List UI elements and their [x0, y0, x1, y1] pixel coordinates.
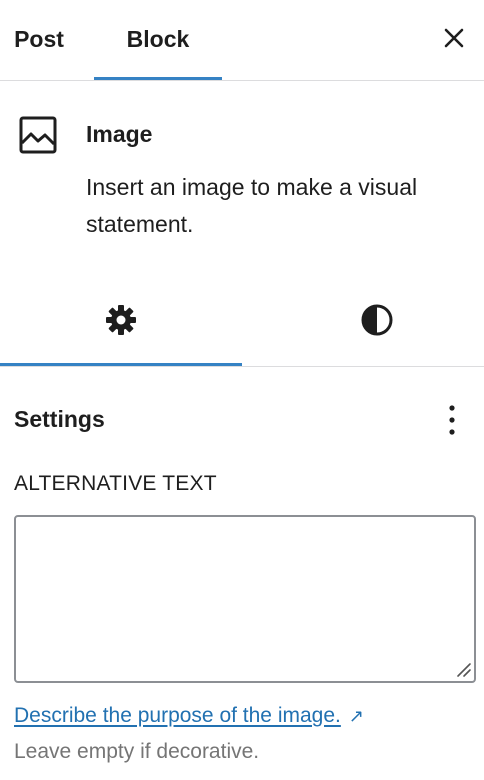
alt-text-label: ALTERNATIVE TEXT — [14, 472, 217, 495]
contrast-icon — [361, 304, 393, 336]
settings-title: Settings — [14, 406, 105, 432]
tab-block-label: Block — [126, 25, 190, 52]
alt-text-input[interactable] — [14, 515, 476, 683]
alt-text-help-row: Describe the purpose of the image. ↗ — [14, 704, 364, 728]
block-card: Image Insert an image to make a visual s… — [0, 81, 484, 265]
close-button[interactable] — [434, 18, 474, 58]
block-title: Image — [86, 121, 153, 147]
resize-handle-icon[interactable] — [452, 658, 472, 678]
close-icon — [444, 28, 464, 48]
block-description: Insert an image to make a visual stateme… — [86, 174, 418, 237]
describe-purpose-link[interactable]: Describe the purpose of the image. — [14, 704, 341, 728]
options-button[interactable] — [434, 398, 470, 442]
tab-styles[interactable] — [256, 276, 484, 364]
tab-block[interactable]: Block — [94, 0, 222, 80]
gear-icon — [106, 305, 136, 335]
tab-settings[interactable] — [0, 276, 242, 366]
tab-post[interactable]: Post — [0, 0, 78, 78]
sidebar-tabs: Post Block — [0, 0, 484, 81]
block-inspector-tabs — [0, 276, 484, 367]
more-vertical-icon — [449, 405, 455, 435]
alt-text-help: Leave empty if decorative. — [14, 740, 260, 763]
image-icon — [19, 116, 57, 154]
external-link-icon: ↗ — [348, 705, 364, 726]
tab-post-label: Post — [14, 25, 64, 52]
settings-panel-header: Settings — [0, 390, 484, 450]
